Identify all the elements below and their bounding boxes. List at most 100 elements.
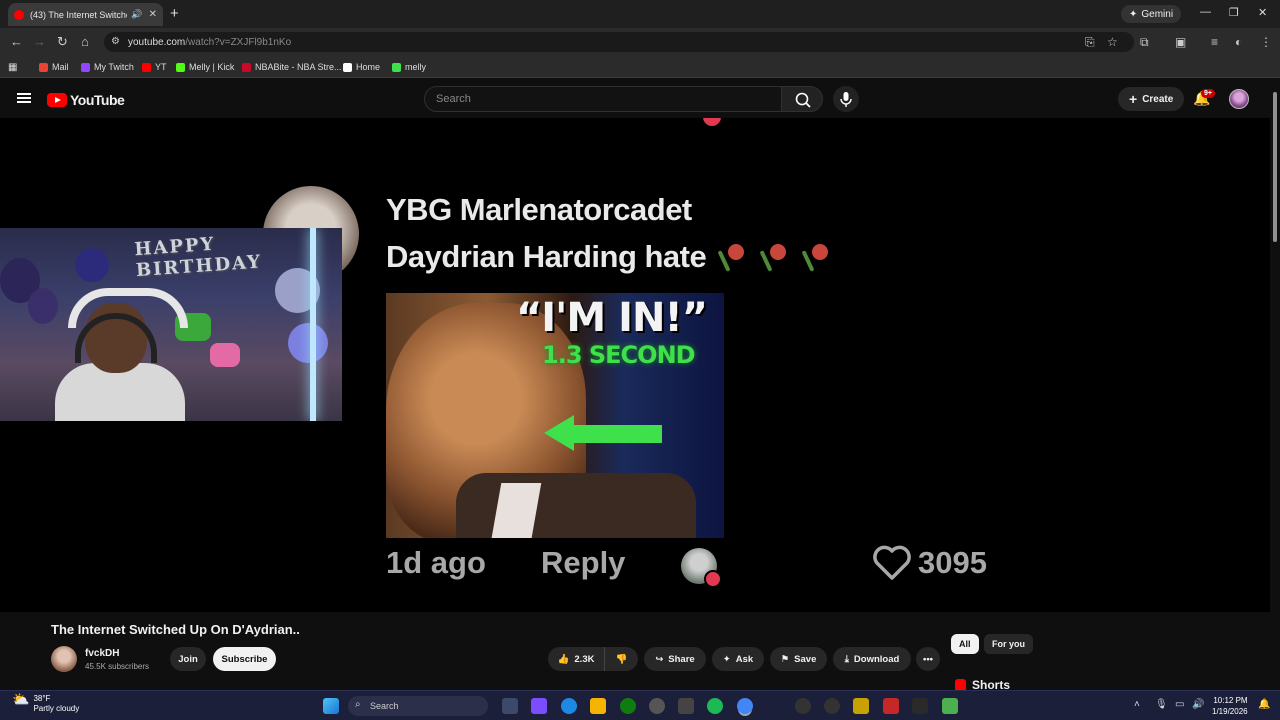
- ask-button[interactable]: ✦ Ask: [712, 647, 764, 671]
- site-info-icon[interactable]: ⚙: [111, 36, 120, 47]
- bookmark-star-icon[interactable]: ☆: [1107, 35, 1118, 49]
- browser-tab-bar: (43) The Internet Switched 🔊 ✕ + ✦ Gemin…: [0, 0, 1280, 28]
- wilted-rose-icon: [718, 242, 748, 272]
- install-app-icon[interactable]: ⎘: [1085, 35, 1095, 50]
- xbox-icon[interactable]: [620, 698, 636, 714]
- media-control-icon[interactable]: ≡: [1211, 35, 1218, 49]
- search-input[interactable]: Search: [424, 86, 782, 112]
- home-icon[interactable]: ⌂: [81, 34, 89, 49]
- download-button[interactable]: ⤓ Download: [833, 647, 911, 671]
- save-button[interactable]: ⚑ Save: [770, 647, 827, 671]
- taskbar-search[interactable]: ⌕ Search: [348, 696, 488, 716]
- app-icon[interactable]: [883, 698, 899, 714]
- discord-icon[interactable]: [912, 698, 928, 714]
- maximize-icon[interactable]: ❐: [1229, 6, 1239, 19]
- comment-age: 1d ago: [386, 545, 486, 580]
- bookmark-x-home[interactable]: Home: [343, 62, 380, 72]
- gemini-button[interactable]: ✦ Gemini: [1121, 5, 1182, 23]
- file-explorer-icon[interactable]: [590, 698, 606, 714]
- notification-badge: 9+: [1201, 89, 1215, 98]
- weather-widget[interactable]: ⛅ 38°F Partly cloudy: [12, 691, 79, 714]
- page-scrollbar[interactable]: [1270, 80, 1280, 690]
- close-window-icon[interactable]: ✕: [1258, 6, 1267, 19]
- store-icon[interactable]: [678, 698, 694, 714]
- close-tab-icon[interactable]: ✕: [149, 9, 157, 20]
- network-icon[interactable]: ▭: [1175, 699, 1184, 710]
- bookmark-nbabite[interactable]: NBABite - NBA Stre...: [242, 62, 342, 72]
- profile-icon[interactable]: ◐: [1235, 35, 1242, 49]
- chip-all[interactable]: All: [951, 634, 979, 654]
- chevron-up-icon[interactable]: ˄: [1134, 699, 1140, 710]
- media-player-icon[interactable]: [795, 698, 811, 714]
- like-button[interactable]: 👍 2.3K: [548, 647, 604, 671]
- search-button[interactable]: [781, 86, 823, 112]
- heart-badge-icon: [703, 118, 721, 126]
- browser-tab-youtube[interactable]: (43) The Internet Switched 🔊 ✕: [8, 3, 163, 26]
- edge-icon[interactable]: [561, 698, 577, 714]
- chip-for-you[interactable]: For you: [984, 634, 1033, 654]
- heart-outline-icon: [873, 545, 911, 580]
- comment-reply: Reply: [541, 545, 626, 580]
- url-path: /watch?v=ZXJFl9b1nKo: [185, 36, 292, 48]
- weather-cloud-icon: ⛅: [12, 691, 30, 707]
- extensions-icon[interactable]: ⧉: [1140, 35, 1149, 50]
- thumbnail-headline: “I'M IN!”: [516, 295, 708, 341]
- app-icon[interactable]: [824, 698, 840, 714]
- apps-grid-icon[interactable]: ▦: [8, 62, 17, 73]
- green-arrow-icon: [544, 415, 662, 451]
- voice-search-button[interactable]: [833, 86, 859, 112]
- address-bar[interactable]: youtube.com/watch?v=ZXJFl9b1nKo: [104, 32, 1134, 52]
- scrollbar-thumb[interactable]: [1273, 92, 1277, 242]
- minimize-icon[interactable]: —: [1200, 6, 1211, 18]
- subscribe-button[interactable]: Subscribe: [213, 647, 276, 671]
- gaming-chair-image: [68, 288, 188, 328]
- back-icon[interactable]: ←: [10, 34, 23, 49]
- webcam-overlay: HAPPY BIRTHDAY: [0, 228, 342, 421]
- task-view-icon[interactable]: [502, 698, 518, 714]
- video-player[interactable]: YBG Marlenatorcadet Daydrian Harding hat…: [0, 118, 1270, 612]
- copilot-icon[interactable]: [531, 698, 547, 714]
- new-tab-icon[interactable]: +: [170, 5, 179, 22]
- dislike-button[interactable]: 👎: [604, 647, 638, 671]
- app-icon[interactable]: [942, 698, 958, 714]
- bookmark-twitch[interactable]: My Twitch: [81, 62, 134, 72]
- bookmark-kick[interactable]: Melly | Kick: [176, 62, 234, 72]
- volume-icon[interactable]: 🔊: [1192, 699, 1204, 710]
- subscriber-count: 45.5K subscribers: [85, 662, 150, 671]
- reload-icon[interactable]: ↻: [57, 34, 68, 50]
- menu-kebab-icon[interactable]: ⋮: [1260, 35, 1272, 49]
- channel-name[interactable]: fvckDH: [85, 648, 119, 659]
- nba-icon: [242, 62, 251, 72]
- video-title: The Internet Switched Up On D'Aydrian..: [51, 622, 300, 637]
- steam-icon[interactable]: [649, 698, 665, 714]
- spotify-icon[interactable]: [707, 698, 723, 714]
- notification-center-icon[interactable]: 🔔: [1258, 699, 1270, 710]
- chrome-icon[interactable]: [737, 698, 753, 714]
- bookmark-melly[interactable]: melly: [392, 62, 426, 72]
- melly-icon: [392, 62, 401, 72]
- balloon-image: [288, 323, 328, 363]
- create-button[interactable]: + Create: [1118, 87, 1185, 111]
- youtube-favicon-icon: [14, 9, 24, 20]
- join-button[interactable]: Join: [170, 647, 206, 671]
- bookmark-yt[interactable]: YT: [142, 62, 167, 72]
- app-icon[interactable]: [853, 698, 869, 714]
- sparkle-icon: ✦: [1129, 8, 1138, 20]
- balloon-image: [75, 248, 109, 282]
- microphone-icon[interactable]: 🎙: [1155, 699, 1168, 710]
- channel-avatar[interactable]: [51, 646, 77, 672]
- forward-icon[interactable]: →: [33, 34, 46, 49]
- youtube-logo[interactable]: YouTube: [47, 92, 125, 108]
- bookmarks-bar: ▦ Mail My Twitch YT Melly | Kick NBABite…: [0, 56, 1280, 78]
- sidepanel-icon[interactable]: ▣: [1175, 35, 1186, 49]
- thumbs-down-icon: 👎: [615, 653, 628, 665]
- audio-playing-icon[interactable]: 🔊: [131, 9, 142, 20]
- more-actions-button[interactable]: •••: [916, 647, 940, 671]
- account-avatar[interactable]: [1229, 89, 1249, 109]
- windows-start-icon[interactable]: [323, 698, 339, 714]
- system-clock[interactable]: 10:12 PM 1/19/2026: [1212, 695, 1248, 717]
- bookmark-icon: ⚑: [780, 653, 790, 665]
- share-button[interactable]: ↪ Share: [644, 647, 706, 671]
- bookmark-mail[interactable]: Mail: [39, 62, 69, 72]
- hamburger-menu-icon[interactable]: [17, 93, 31, 103]
